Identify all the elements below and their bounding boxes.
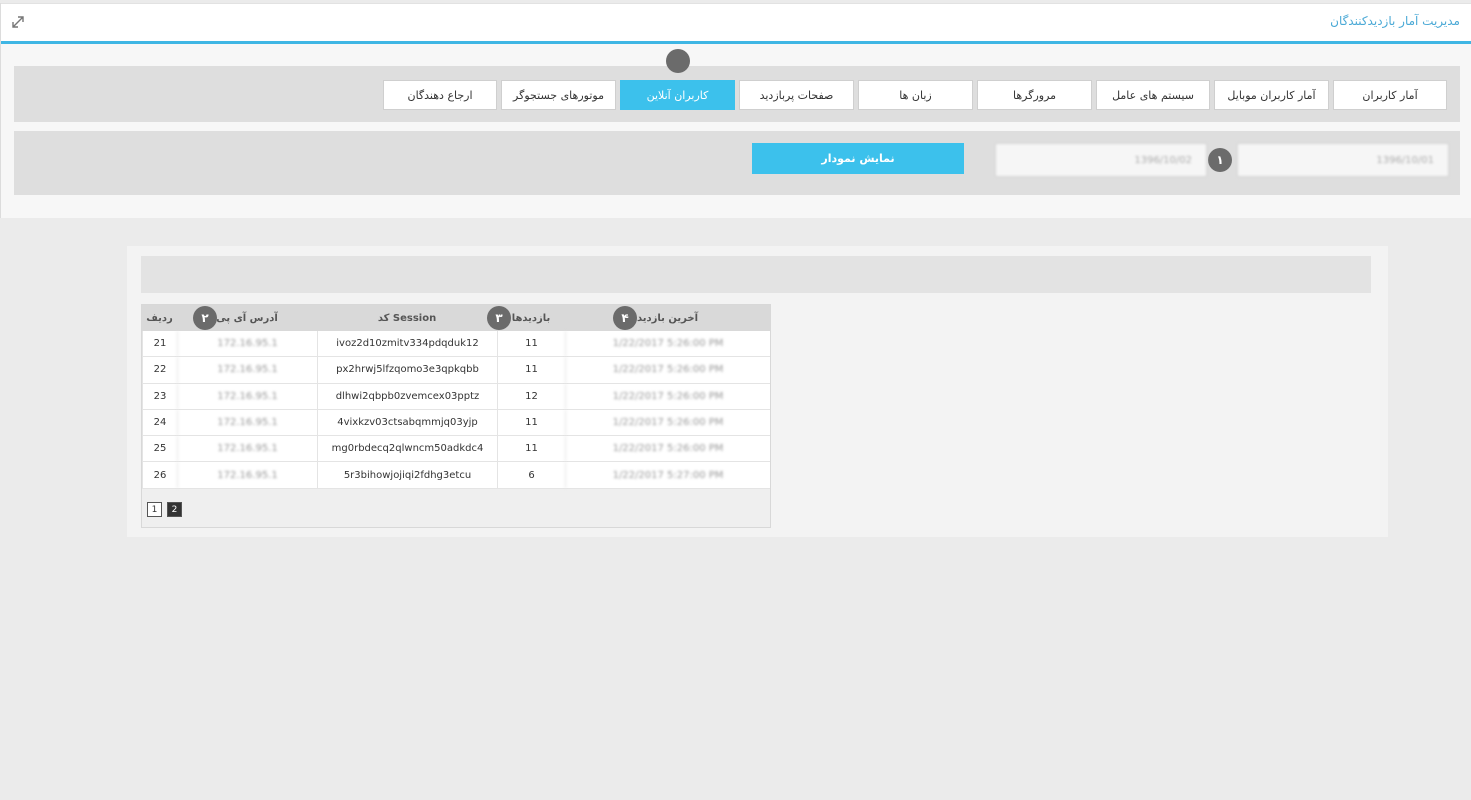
content-panel: ردیف آدرس آی پی Session کد بازدیدها آخری… xyxy=(127,246,1388,537)
cell-session: mg0rbdecq2qlwncm50adkdc4 xyxy=(317,436,497,462)
from-date-field[interactable]: 1396/10/01 xyxy=(1237,143,1449,177)
tab-browsers[interactable]: مرورگرها xyxy=(977,80,1092,110)
marker-1: ١ xyxy=(1208,148,1232,172)
tab-user-stats[interactable]: آمار کاربران xyxy=(1333,80,1447,110)
tab-search-engines[interactable]: موتورهای جستجوگر xyxy=(501,80,616,110)
page-2-button[interactable]: 2 xyxy=(167,502,182,517)
to-date-field[interactable]: 1396/10/02 xyxy=(995,143,1207,177)
cell-visits: 11 xyxy=(497,409,565,436)
cell-last-visit: 1/22/2017 5:26:00 PM xyxy=(565,331,770,357)
tab-operating-systems[interactable]: سیستم های عامل xyxy=(1096,80,1210,110)
cell-last-visit: 1/22/2017 5:26:00 PM xyxy=(565,436,770,462)
top-panel: مدیریت آمار بازدیدکنندگان آمار کاربران آ… xyxy=(0,3,1471,218)
expand-arrows-icon[interactable] xyxy=(11,15,25,29)
cell-row-number: 22 xyxy=(142,357,177,383)
cell-visits: 11 xyxy=(497,357,565,383)
cell-last-visit: 1/22/2017 5:26:00 PM xyxy=(565,357,770,383)
cell-visits: 12 xyxy=(497,383,565,409)
cell-session: dlhwi2qbpb0zvemcex03pptz xyxy=(317,383,497,409)
cell-visits: 11 xyxy=(497,331,565,357)
col-session-header: Session کد xyxy=(377,312,437,324)
tab-popular-pages[interactable]: صفحات پربازدید xyxy=(739,80,854,110)
cell-ip: 172.16.95.1 xyxy=(177,331,317,357)
cell-ip: 172.16.95.1 xyxy=(177,357,317,383)
cell-ip: 172.16.95.1 xyxy=(177,436,317,462)
title-bar: مدیریت آمار بازدیدکنندگان xyxy=(1,3,1471,41)
table-header: ردیف آدرس آی پی Session کد بازدیدها آخری… xyxy=(142,305,770,331)
cell-row-number: 21 xyxy=(142,331,177,357)
table-row: 25 172.16.95.1 mg0rbdecq2qlwncm50adkdc4 … xyxy=(142,436,770,463)
col-last-visit-header: آخرین بازدید xyxy=(636,312,699,324)
page-1-button[interactable]: 1 xyxy=(147,502,162,517)
table-row: 26 172.16.95.1 5r3bihowjojiqi2fdhg3etcu … xyxy=(142,462,770,489)
table-row: 21 172.16.95.1 ivoz2d10zmitv334pdqduk12 … xyxy=(142,331,770,358)
tab-referrers[interactable]: ارجاع دهندگان xyxy=(383,80,497,110)
cell-ip: 172.16.95.1 xyxy=(177,409,317,436)
pagination: 1 2 xyxy=(147,502,182,517)
content-header-bar xyxy=(141,256,1371,293)
online-users-table: ردیف آدرس آی پی Session کد بازدیدها آخری… xyxy=(141,304,771,528)
cell-ip: 172.16.95.1 xyxy=(177,462,317,488)
cell-visits: 11 xyxy=(497,436,565,462)
cell-session: ivoz2d10zmitv334pdqduk12 xyxy=(317,331,497,357)
marker-3: ٣ xyxy=(487,306,511,330)
tab-marker-dot xyxy=(666,49,690,73)
tab-languages[interactable]: زبان ها xyxy=(858,80,973,110)
cell-visits: 6 xyxy=(497,462,565,488)
cell-row-number: 24 xyxy=(142,409,177,436)
table-body: 21 172.16.95.1 ivoz2d10zmitv334pdqduk12 … xyxy=(142,331,770,489)
cell-session: px2hrwj5lfzqomo3e3qpkqbb xyxy=(317,357,497,383)
table-row: 24 172.16.95.1 4vixkzv03ctsabqmmjq03yjp … xyxy=(142,409,770,437)
marker-2: ٢ xyxy=(193,306,217,330)
cell-last-visit: 1/22/2017 5:27:00 PM xyxy=(565,462,770,488)
page-title: مدیریت آمار بازدیدکنندگان xyxy=(1330,14,1460,28)
cell-session: 4vixkzv03ctsabqmmjq03yjp xyxy=(317,409,497,436)
tab-mobile-user-stats[interactable]: آمار کاربران موبایل xyxy=(1214,80,1329,110)
cell-last-visit: 1/22/2017 5:26:00 PM xyxy=(565,409,770,436)
cell-row-number: 23 xyxy=(142,383,177,409)
table-row: 22 172.16.95.1 px2hrwj5lfzqomo3e3qpkqbb … xyxy=(142,357,770,384)
tabs-row: آمار کاربران آمار کاربران موبایل سیستم ه… xyxy=(14,66,1460,122)
cell-session: 5r3bihowjojiqi2fdhg3etcu xyxy=(317,462,497,488)
col-row-header: ردیف xyxy=(146,312,173,324)
table-row: 23 172.16.95.1 dlhwi2qbpb0zvemcex03pptz … xyxy=(142,383,770,410)
tab-online-users[interactable]: کاربران آنلاین xyxy=(620,80,735,110)
cell-ip: 172.16.95.1 xyxy=(177,383,317,409)
filter-row: 1396/10/01 ١ 1396/10/02 نمایش نمودار xyxy=(14,131,1460,195)
cell-last-visit: 1/22/2017 5:26:00 PM xyxy=(565,383,770,409)
marker-4: ۴ xyxy=(613,306,637,330)
show-chart-button[interactable]: نمایش نمودار xyxy=(752,143,964,174)
cell-row-number: 26 xyxy=(142,462,177,488)
accent-line xyxy=(1,41,1471,44)
cell-row-number: 25 xyxy=(142,436,177,462)
